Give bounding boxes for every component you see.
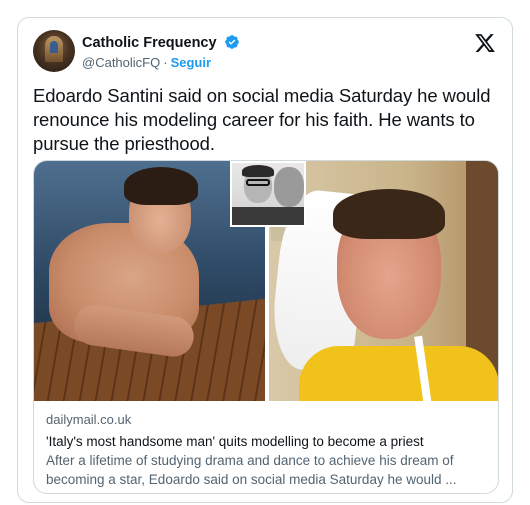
link-title: 'Italy's most handsome man' quits modell… [46, 434, 424, 449]
tweet-text: Edoardo Santini said on social media Sat… [33, 85, 491, 154]
inset-face-right [274, 167, 304, 207]
yellow-shirt-shape [299, 346, 498, 401]
link-domain: dailymail.co.uk [46, 412, 132, 427]
embedded-tweet-card: Catholic Frequency @CatholicFQ · Seguir Ed… [17, 17, 513, 503]
author-handle-row: @CatholicFQ · Seguir [82, 55, 211, 70]
author-avatar[interactable] [33, 30, 75, 72]
link-preview-card[interactable]: dailymail.co.uk 'Italy's most handsome m… [33, 160, 499, 494]
inset-bw-photo [230, 161, 306, 227]
follow-button[interactable]: Seguir [171, 55, 211, 70]
link-description: After a lifetime of studying drama and d… [46, 453, 457, 487]
glasses-shape [246, 179, 270, 186]
author-name-row: Catholic Frequency [82, 34, 240, 52]
hair-shape-right [333, 189, 445, 239]
avatar-window-shape [50, 41, 58, 53]
x-logo-icon[interactable] [474, 32, 496, 54]
author-name[interactable]: Catholic Frequency [82, 35, 217, 51]
link-preview-media[interactable] [34, 161, 498, 401]
verified-badge-icon [225, 35, 239, 49]
inset-hair [242, 165, 274, 177]
separator-dot: · [163, 55, 168, 70]
inset-shirt [232, 207, 304, 225]
hair-shape [124, 167, 198, 205]
author-handle[interactable]: @CatholicFQ [82, 55, 160, 70]
link-preview-meta: dailymail.co.uk 'Italy's most handsome m… [46, 411, 486, 489]
